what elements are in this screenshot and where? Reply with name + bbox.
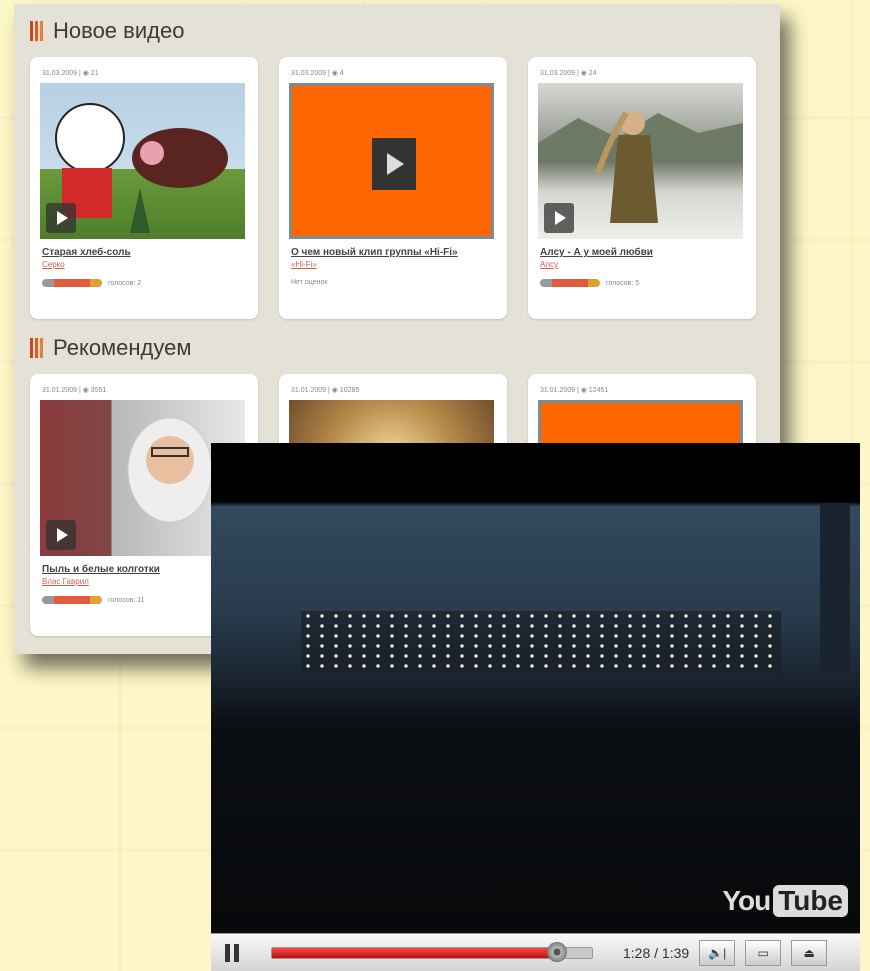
video-thumbnail[interactable] — [289, 83, 494, 239]
eject-icon: ⏏ — [803, 945, 815, 960]
video-meta: 31.01.2009 | ◉ 12451 — [540, 387, 609, 394]
section-bars-icon — [30, 338, 43, 358]
rating: Нет оценок — [291, 279, 328, 286]
video-title[interactable]: Старая хлеб-соль — [42, 247, 131, 258]
video-author[interactable]: Серко — [42, 260, 65, 269]
pause-button[interactable] — [225, 943, 243, 962]
video-thumbnail[interactable] — [40, 83, 245, 239]
time-display: 1:28 / 1:39 — [623, 944, 690, 961]
size-toggle-button[interactable]: ▭ — [745, 939, 782, 966]
volume-icon: 🔈| — [708, 945, 727, 960]
video-author[interactable]: Алсу — [540, 260, 558, 269]
section-title-recommended: Рекомендуем — [30, 335, 192, 361]
menu-button[interactable]: ⏏ — [791, 939, 828, 966]
progress-bar[interactable] — [271, 941, 593, 962]
video-screen[interactable]: You Tube — [211, 443, 860, 933]
rating-stars-icon[interactable] — [42, 279, 102, 287]
video-title[interactable]: О чем новый клип группы «Hi-Fi» — [291, 247, 458, 258]
volume-button[interactable]: 🔈| — [699, 939, 736, 966]
youtube-logo: You Tube — [722, 885, 848, 917]
play-icon[interactable] — [372, 138, 416, 190]
video-title[interactable]: Пыль и белые колготки — [42, 564, 160, 575]
youtube-player[interactable]: You Tube 1:28 / 1:39 🔈| ▭ ⏏ — [211, 443, 860, 971]
play-icon[interactable] — [46, 203, 76, 233]
video-card[interactable]: 31.03.2009 | ◉ 4 О чем новый клип группы… — [279, 57, 507, 319]
play-icon[interactable] — [46, 520, 76, 550]
video-card[interactable]: 31.03.2009 | ◉ 24 Алсу - А у моей любви … — [528, 57, 756, 319]
player-controls: 1:28 / 1:39 🔈| ▭ ⏏ — [211, 933, 860, 971]
video-meta: 31.03.2009 | ◉ 4 — [291, 70, 344, 77]
rating: голосов: 11 — [42, 596, 145, 604]
progress-fill — [272, 947, 557, 958]
video-meta: 31.03.2009 | ◉ 21 — [42, 70, 99, 77]
section-bars-icon — [30, 21, 43, 41]
video-card[interactable]: 31.03.2009 | ◉ 21 Старая хлеб-соль Серко… — [30, 57, 258, 319]
video-author[interactable]: Влас Гаврил — [42, 577, 89, 586]
play-icon[interactable] — [544, 203, 574, 233]
progress-knob-icon[interactable] — [546, 941, 567, 962]
video-thumbnail[interactable] — [538, 83, 743, 239]
rating: голосов: 5 — [540, 279, 639, 287]
video-meta: 31.03.2009 | ◉ 24 — [540, 70, 597, 77]
video-title[interactable]: Алсу - А у моей любви — [540, 247, 653, 258]
screen-size-icon: ▭ — [757, 945, 769, 960]
section-title-new: Новое видео — [30, 18, 184, 44]
rating-stars-icon[interactable] — [42, 596, 102, 604]
video-author[interactable]: «Hi-Fi» — [291, 260, 317, 269]
lit-building-image — [301, 611, 781, 673]
rating: голосов: 2 — [42, 279, 141, 287]
video-meta: 31.01.2009 | ◉ 3551 — [42, 387, 107, 394]
rating-stars-icon[interactable] — [540, 279, 600, 287]
video-meta: 31.01.2009 | ◉ 10285 — [291, 387, 360, 394]
tower-image — [820, 503, 850, 673]
